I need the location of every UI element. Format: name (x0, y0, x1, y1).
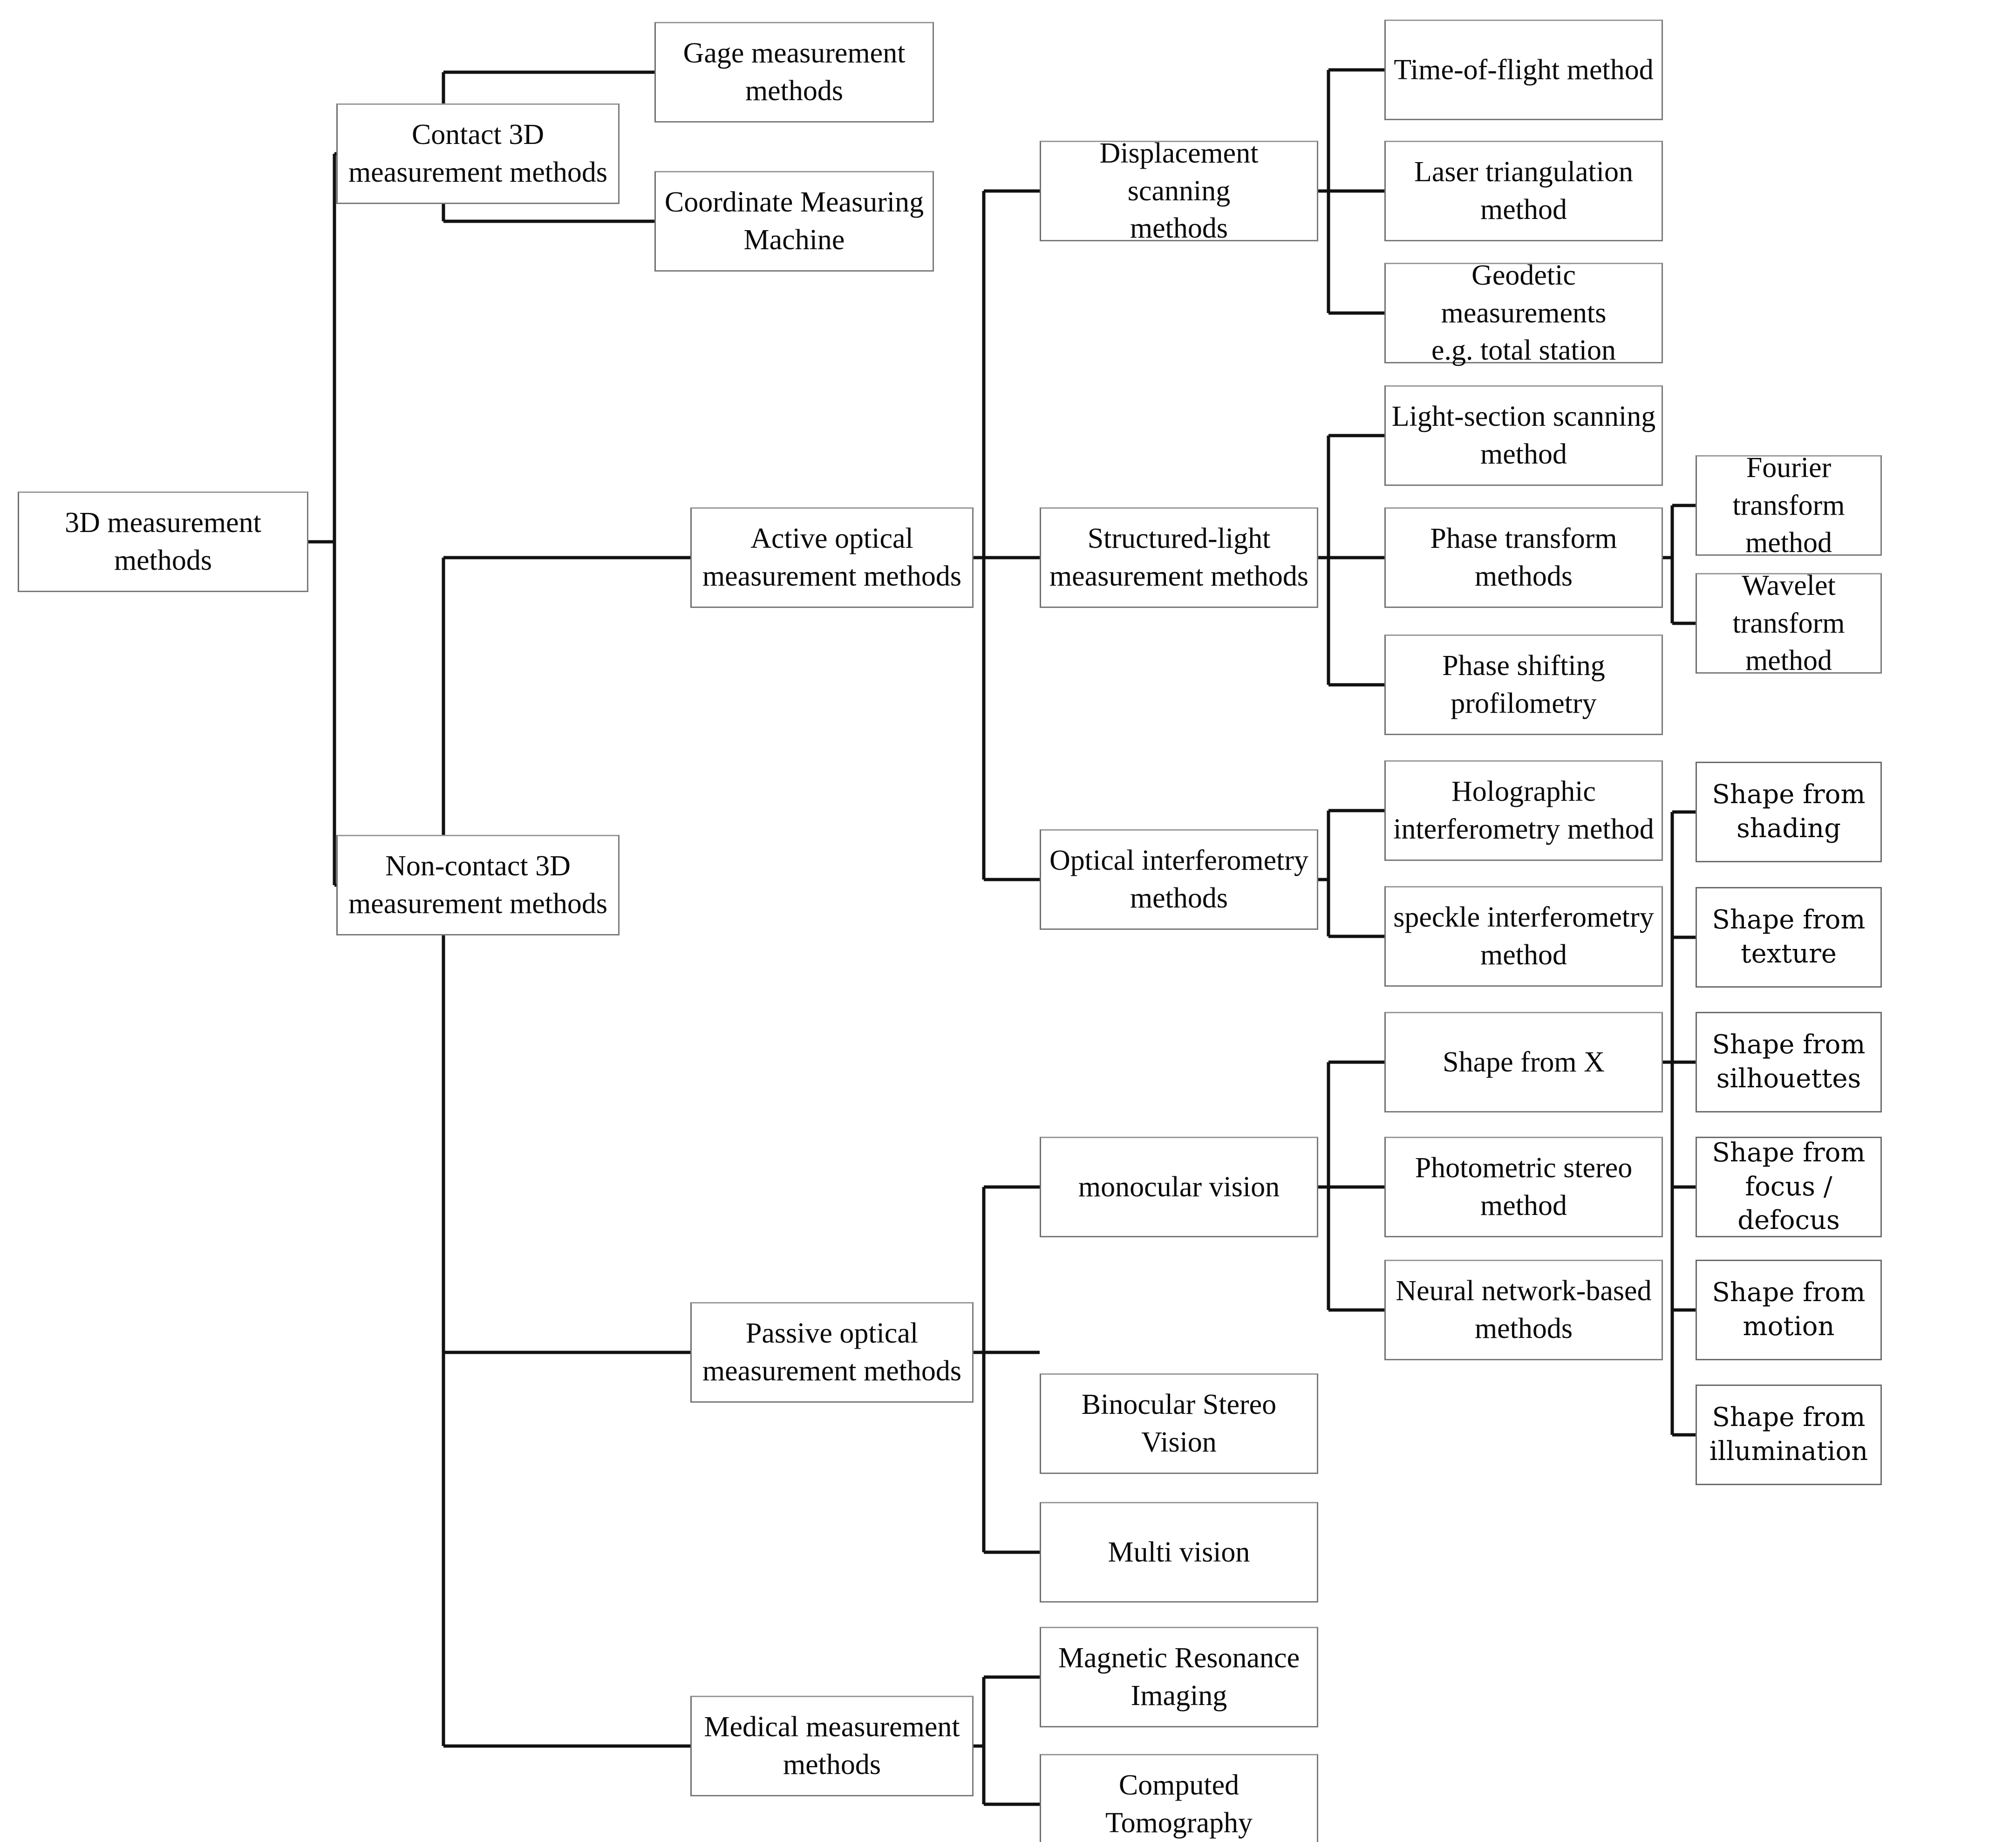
node-laser-triangulation-method[interactable]: Laser triangulation method (1384, 141, 1663, 241)
node-non-contact-3d-measurement-methods[interactable]: Non-contact 3D measurement methods (336, 835, 620, 935)
node-shape-from-x[interactable]: Shape from X (1384, 1012, 1663, 1112)
node-active-optical-measurement-methods[interactable]: Active optical measurement methods (690, 507, 974, 608)
node-phase-transform-methods[interactable]: Phase transform methods (1384, 507, 1663, 608)
node-neural-network-based-methods[interactable]: Neural network-based methods (1384, 1260, 1663, 1360)
node-shape-from-focus-defocus[interactable]: Shape from focus / defocus (1696, 1137, 1882, 1237)
node-3d-measurement-methods[interactable]: 3D measurement methods (18, 491, 308, 592)
node-binocular-stereo-vision[interactable]: Binocular Stereo Vision (1040, 1373, 1318, 1474)
diagram-canvas: 3D measurement methods Contact 3D measur… (0, 0, 2016, 1842)
node-shape-from-motion[interactable]: Shape from motion (1696, 1260, 1882, 1360)
node-monocular-vision[interactable]: monocular vision (1040, 1137, 1318, 1237)
node-speckle-interferometry-method[interactable]: speckle interferometry method (1384, 886, 1663, 987)
node-structured-light-measurement-methods[interactable]: Structured-light measurement methods (1040, 507, 1318, 608)
node-computed-tomography[interactable]: Computed Tomography (1040, 1754, 1318, 1842)
node-contact-3d-measurement-methods[interactable]: Contact 3D measurement methods (336, 103, 620, 204)
node-medical-measurement-methods[interactable]: Medical measurement methods (690, 1696, 974, 1796)
node-passive-optical-measurement-methods[interactable]: Passive optical measurement methods (690, 1302, 974, 1403)
node-shape-from-illumination[interactable]: Shape from illumination (1696, 1385, 1882, 1485)
node-magnetic-resonance-imaging[interactable]: Magnetic Resonance Imaging (1040, 1627, 1318, 1727)
node-phase-shifting-profilometry[interactable]: Phase shifting profilometry (1384, 634, 1663, 735)
node-optical-interferometry-methods[interactable]: Optical interferometry methods (1040, 829, 1318, 930)
node-multi-vision[interactable]: Multi vision (1040, 1502, 1318, 1603)
node-displacement-scanning-methods[interactable]: Displacement scanning methods (1040, 137, 1318, 244)
node-wavelet-transform-method[interactable]: Wavelet transform method (1696, 570, 1882, 676)
node-holographic-interferometry-method[interactable]: Holographic interferometry method (1384, 760, 1663, 861)
node-shape-from-silhouettes[interactable]: Shape from silhouettes (1696, 1012, 1882, 1112)
node-time-of-flight-method[interactable]: Time-of-flight method (1384, 20, 1663, 120)
node-shape-from-shading[interactable]: Shape from shading (1696, 762, 1882, 862)
node-shape-from-texture[interactable]: Shape from texture (1696, 887, 1882, 988)
node-coordinate-measuring-machine[interactable]: Coordinate Measuring Machine (654, 171, 934, 272)
node-light-section-scanning-method[interactable]: Light-section scanning method (1384, 385, 1663, 486)
node-photometric-stereo-method[interactable]: Photometric stereo method (1384, 1137, 1663, 1237)
node-fourier-transform-method[interactable]: Fourier transform method (1696, 452, 1882, 559)
node-gage-measurement-methods[interactable]: Gage measurement methods (654, 22, 934, 123)
node-geodetic-measurements[interactable]: Geodetic measurements e.g. total station (1384, 259, 1663, 366)
